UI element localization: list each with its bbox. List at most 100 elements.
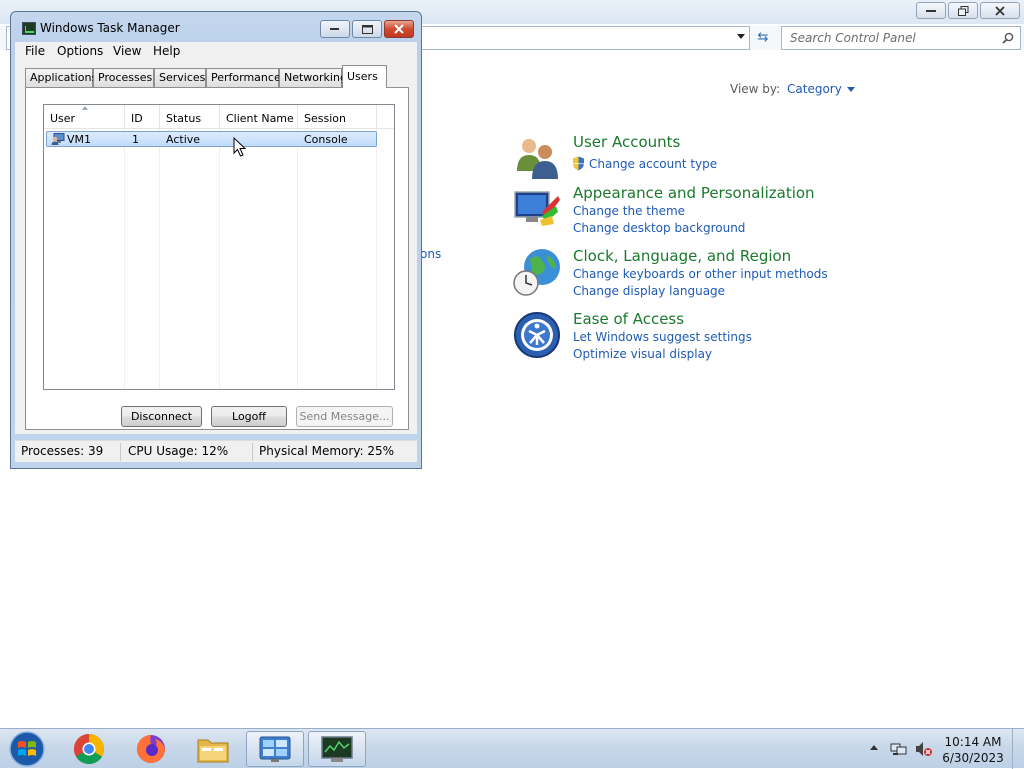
task-manager-icon	[321, 736, 353, 762]
tab-applications[interactable]: Applications	[25, 68, 97, 87]
column-client-name[interactable]: Client Name	[220, 105, 298, 129]
cp-close-button[interactable]	[980, 2, 1020, 19]
column-user-label: User	[50, 112, 76, 125]
tab-networking[interactable]: Networking	[279, 68, 347, 87]
sort-ascending-icon	[82, 106, 88, 110]
task-manager-app-icon	[22, 22, 36, 35]
status-physical-memory: Physical Memory: 25%	[259, 444, 395, 458]
status-processes: Processes: 39	[21, 444, 104, 458]
menu-file[interactable]: File	[25, 44, 45, 58]
user-accounts-icon	[517, 139, 558, 179]
status-cpu-usage: CPU Usage: 12%	[128, 444, 229, 458]
cp-minimize-button[interactable]	[916, 2, 946, 19]
task-manager-title: Windows Task Manager	[40, 21, 180, 35]
status-separator	[252, 443, 253, 461]
search-icon[interactable]	[1002, 32, 1014, 44]
show-hidden-icons-arrow[interactable]	[870, 745, 878, 750]
control-panel-caption-buttons	[916, 2, 1020, 19]
view-by-value: Category	[787, 82, 842, 96]
tm-close-button[interactable]	[384, 20, 414, 38]
volume-muted-icon[interactable]	[915, 741, 932, 757]
restore-icon	[957, 5, 968, 16]
dropdown-arrow-icon	[846, 87, 855, 92]
gridline	[159, 129, 160, 389]
user-session-icon	[51, 133, 65, 145]
firefox-icon	[137, 735, 165, 763]
disconnect-button[interactable]: Disconnect	[121, 406, 202, 427]
mouse-cursor-icon	[233, 137, 247, 157]
taskbar-firefox[interactable]	[122, 731, 180, 767]
appearance-title[interactable]: Appearance and Personalization	[573, 184, 815, 202]
taskbar-task-manager[interactable]	[308, 731, 366, 767]
column-id-label: ID	[131, 112, 143, 125]
column-session[interactable]: Session	[298, 105, 377, 129]
cp-restore-button[interactable]	[948, 2, 978, 19]
change-theme-link[interactable]: Change the theme	[573, 204, 685, 218]
tab-services[interactable]: Services	[154, 68, 206, 87]
change-keyboards-link[interactable]: Change keyboards or other input methods	[573, 267, 828, 281]
ease-of-access-title[interactable]: Ease of Access	[573, 310, 684, 328]
close-icon	[995, 5, 1005, 16]
task-manager-caption-buttons	[320, 20, 414, 38]
network-icon[interactable]	[890, 741, 907, 757]
clock-language-region-title[interactable]: Clock, Language, and Region	[573, 247, 791, 265]
address-dropdown-arrow-icon[interactable]	[737, 34, 745, 39]
taskbar: 10:14 AM 6/30/2023	[0, 728, 1024, 769]
clock-globe-icon	[513, 249, 560, 296]
search-placeholder: Search Control Panel	[790, 31, 916, 45]
tm-minimize-button[interactable]	[320, 20, 350, 38]
partial-link[interactable]: ons	[420, 247, 441, 261]
users-list-header: User ID Status Client Name Session	[44, 105, 394, 129]
column-id[interactable]: ID	[125, 105, 160, 129]
let-windows-suggest-settings-link[interactable]: Let Windows suggest settings	[573, 330, 752, 344]
maximize-icon	[361, 24, 373, 34]
table-row[interactable]: VM1 1 Active Console	[46, 131, 377, 147]
gridline	[219, 129, 220, 389]
column-session-label: Session	[304, 112, 346, 125]
clock-date: 6/30/2023	[942, 751, 1004, 765]
task-manager-statusbar: Processes: 39 CPU Usage: 12% Physical Me…	[15, 440, 417, 462]
cell-session: Console	[304, 133, 348, 146]
taskbar-clock[interactable]: 10:14 AM 6/30/2023	[940, 734, 1006, 766]
optimize-visual-display-link[interactable]: Optimize visual display	[573, 347, 712, 361]
tab-users[interactable]: Users	[342, 65, 387, 88]
control-panel-icon	[259, 736, 291, 762]
send-message-button: Send Message...	[296, 406, 393, 427]
ease-of-access-icon	[514, 312, 560, 358]
change-desktop-background-link[interactable]: Change desktop background	[573, 221, 745, 235]
change-display-language-link[interactable]: Change display language	[573, 284, 725, 298]
column-user[interactable]: User	[44, 105, 125, 129]
view-by-dropdown[interactable]: Category	[787, 82, 855, 96]
menu-help[interactable]: Help	[153, 44, 180, 58]
gridline	[124, 129, 125, 389]
cell-id: 1	[132, 133, 139, 146]
taskbar-file-explorer[interactable]	[184, 731, 242, 767]
logoff-button[interactable]: Logoff	[211, 406, 287, 427]
refresh-icon[interactable]: ⇆	[752, 28, 774, 48]
show-desktop-button[interactable]	[1012, 729, 1024, 769]
close-icon	[394, 24, 404, 34]
gridline	[297, 129, 298, 389]
tm-maximize-button[interactable]	[352, 20, 382, 38]
start-button[interactable]	[6, 730, 48, 768]
users-list[interactable]: User ID Status Client Name Session VM1 1…	[43, 104, 395, 390]
search-control-panel-input[interactable]: Search Control Panel	[781, 26, 1021, 50]
task-manager-menubar: File Options View Help	[15, 42, 417, 62]
appearance-icon	[514, 191, 560, 226]
file-explorer-icon	[197, 739, 229, 763]
tab-processes[interactable]: Processes	[93, 68, 154, 87]
change-account-type-link[interactable]: Change account type	[589, 157, 717, 171]
minimize-icon	[926, 9, 936, 12]
tab-performance[interactable]: Performance	[206, 68, 281, 87]
uac-shield-icon	[573, 156, 584, 171]
taskbar-chrome[interactable]	[60, 731, 118, 767]
task-manager-window: Windows Task Manager File Options View H…	[10, 11, 422, 469]
menu-options[interactable]: Options	[57, 44, 103, 58]
user-accounts-title[interactable]: User Accounts	[573, 133, 680, 151]
column-client-name-label: Client Name	[226, 112, 294, 125]
cell-status: Active	[166, 133, 201, 146]
menu-view[interactable]: View	[113, 44, 141, 58]
column-status[interactable]: Status	[160, 105, 220, 129]
gridline	[376, 129, 377, 389]
taskbar-control-panel[interactable]	[246, 731, 304, 767]
